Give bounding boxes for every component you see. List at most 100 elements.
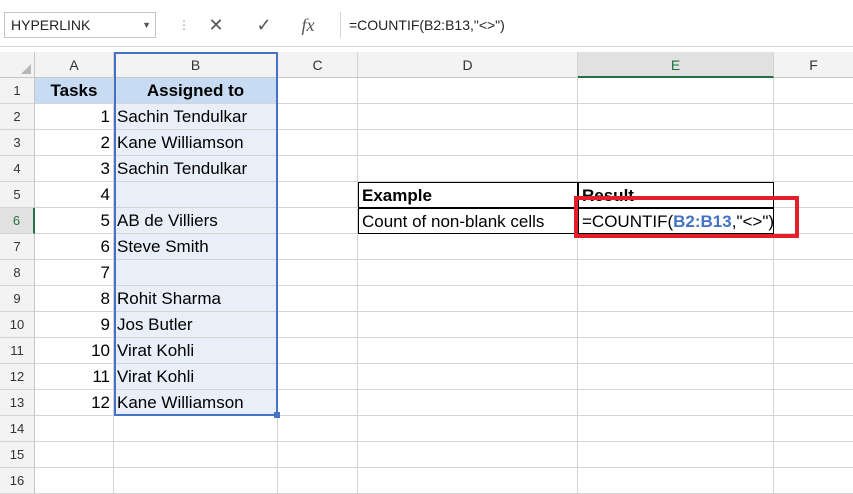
formula-cell-e6[interactable]: =COUNTIF(B2:B13,"<>")	[578, 208, 774, 234]
assigned-to-cell[interactable]: Kane Williamson	[114, 130, 278, 156]
cell-c4[interactable]	[278, 156, 358, 182]
cell-d16[interactable]	[358, 468, 578, 494]
column-header-a[interactable]: A	[35, 52, 114, 78]
cell-e12[interactable]	[578, 364, 774, 390]
task-number-cell[interactable]: 10	[35, 338, 114, 364]
cell-f14[interactable]	[774, 416, 853, 442]
select-all-button[interactable]	[0, 52, 35, 78]
cell-d4[interactable]	[358, 156, 578, 182]
task-number-cell[interactable]: 8	[35, 286, 114, 312]
column-header-f[interactable]: F	[774, 52, 853, 78]
cancel-icon[interactable]: ✕	[196, 12, 236, 38]
cell-c6[interactable]	[278, 208, 358, 234]
cell-e7[interactable]	[578, 234, 774, 260]
example-cell[interactable]: Count of non-blank cells	[358, 208, 578, 234]
row-header-13[interactable]: 13	[0, 390, 35, 416]
cell-c16[interactable]	[278, 468, 358, 494]
row-header-15[interactable]: 15	[0, 442, 35, 468]
assigned-to-cell[interactable]: Kane Williamson	[114, 390, 278, 416]
cell-f5[interactable]	[774, 182, 853, 208]
cell-f4[interactable]	[774, 156, 853, 182]
cell-e13[interactable]	[578, 390, 774, 416]
row-header-12[interactable]: 12	[0, 364, 35, 390]
cell-d11[interactable]	[358, 338, 578, 364]
example-header-cell[interactable]: Example	[358, 182, 578, 208]
task-number-cell[interactable]: 2	[35, 130, 114, 156]
cell-e9[interactable]	[578, 286, 774, 312]
cell-c12[interactable]	[278, 364, 358, 390]
cell-a16[interactable]	[35, 468, 114, 494]
cell-b16[interactable]	[114, 468, 278, 494]
cell-c13[interactable]	[278, 390, 358, 416]
cell-e2[interactable]	[578, 104, 774, 130]
row-header-10[interactable]: 10	[0, 312, 35, 338]
assigned-to-cell[interactable]	[114, 260, 278, 286]
cell-d12[interactable]	[358, 364, 578, 390]
cell-d7[interactable]	[358, 234, 578, 260]
assigned-to-cell[interactable]: Sachin Tendulkar	[114, 104, 278, 130]
row-header-11[interactable]: 11	[0, 338, 35, 364]
assigned-to-cell[interactable]: Steve Smith	[114, 234, 278, 260]
cell-a14[interactable]	[35, 416, 114, 442]
cell-f10[interactable]	[774, 312, 853, 338]
column-header-d[interactable]: D	[358, 52, 578, 78]
task-number-cell[interactable]: 3	[35, 156, 114, 182]
row-header-4[interactable]: 4	[0, 156, 35, 182]
cell-d3[interactable]	[358, 130, 578, 156]
cell-b14[interactable]	[114, 416, 278, 442]
task-number-cell[interactable]: 6	[35, 234, 114, 260]
row-header-3[interactable]: 3	[0, 130, 35, 156]
cell-f7[interactable]	[774, 234, 853, 260]
cell-e11[interactable]	[578, 338, 774, 364]
table-header-tasks[interactable]: Tasks	[35, 78, 114, 104]
cell-d9[interactable]	[358, 286, 578, 312]
task-number-cell[interactable]: 9	[35, 312, 114, 338]
cell-d10[interactable]	[358, 312, 578, 338]
assigned-to-cell[interactable]	[114, 182, 278, 208]
cell-c3[interactable]	[278, 130, 358, 156]
cell-f3[interactable]	[774, 130, 853, 156]
task-number-cell[interactable]: 5	[35, 208, 114, 234]
cell-c14[interactable]	[278, 416, 358, 442]
cell-d1[interactable]	[358, 78, 578, 104]
cell-d15[interactable]	[358, 442, 578, 468]
cell-c10[interactable]	[278, 312, 358, 338]
result-header-cell[interactable]: Result	[578, 182, 774, 208]
row-header-9[interactable]: 9	[0, 286, 35, 312]
cell-e15[interactable]	[578, 442, 774, 468]
cell-e4[interactable]	[578, 156, 774, 182]
row-header-1[interactable]: 1	[0, 78, 35, 104]
cell-c11[interactable]	[278, 338, 358, 364]
cell-e3[interactable]	[578, 130, 774, 156]
cell-b15[interactable]	[114, 442, 278, 468]
cell-f12[interactable]	[774, 364, 853, 390]
task-number-cell[interactable]: 11	[35, 364, 114, 390]
enter-check-icon[interactable]: ✓	[244, 12, 284, 38]
task-number-cell[interactable]: 12	[35, 390, 114, 416]
column-header-c[interactable]: C	[278, 52, 358, 78]
cell-d14[interactable]	[358, 416, 578, 442]
cell-c15[interactable]	[278, 442, 358, 468]
row-header-8[interactable]: 8	[0, 260, 35, 286]
assigned-to-cell[interactable]: AB de Villiers	[114, 208, 278, 234]
cell-d8[interactable]	[358, 260, 578, 286]
cell-c7[interactable]	[278, 234, 358, 260]
cell-c9[interactable]	[278, 286, 358, 312]
cell-e10[interactable]	[578, 312, 774, 338]
column-header-b[interactable]: B	[114, 52, 278, 78]
cell-d2[interactable]	[358, 104, 578, 130]
assigned-to-cell[interactable]: Sachin Tendulkar	[114, 156, 278, 182]
name-box[interactable]: HYPERLINK ▼	[4, 12, 156, 38]
cell-c8[interactable]	[278, 260, 358, 286]
cell-f15[interactable]	[774, 442, 853, 468]
cell-d13[interactable]	[358, 390, 578, 416]
column-header-e[interactable]: E	[578, 52, 774, 78]
row-header-5[interactable]: 5	[0, 182, 35, 208]
cell-e16[interactable]	[578, 468, 774, 494]
row-header-2[interactable]: 2	[0, 104, 35, 130]
cell-f6[interactable]	[774, 208, 853, 234]
row-header-7[interactable]: 7	[0, 234, 35, 260]
cell-f1[interactable]	[774, 78, 853, 104]
task-number-cell[interactable]: 4	[35, 182, 114, 208]
cell-f13[interactable]	[774, 390, 853, 416]
